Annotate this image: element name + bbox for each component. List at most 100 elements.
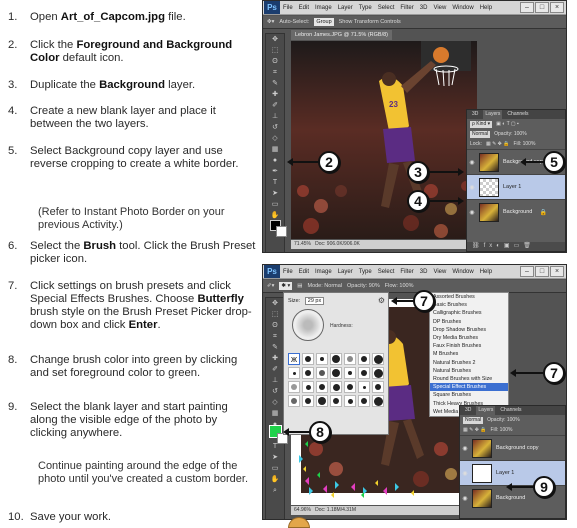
brush-opacity[interactable]: Opacity: 90% (347, 283, 380, 289)
brush-preset-picker[interactable]: ✱ ▾ (279, 282, 293, 290)
shape-icon[interactable]: ▭ (266, 199, 284, 210)
visibility-eye-icon[interactable]: ◉ (467, 184, 477, 191)
menu-item[interactable]: Window (452, 5, 473, 11)
brush-set-item[interactable]: DP Brushes (430, 318, 508, 326)
brush-tip[interactable] (288, 395, 300, 407)
move-tool-icon[interactable]: ✥▾ (267, 19, 274, 25)
path-selection-icon[interactable]: ➤ (266, 188, 284, 199)
brush-tip[interactable] (288, 381, 300, 393)
layer-background-copy[interactable]: ◉ Background copy (460, 435, 565, 460)
brush-tip[interactable] (330, 353, 342, 365)
brush-set-item[interactable]: Dry Media Brushes (430, 334, 508, 342)
tab-3d[interactable]: 3D (463, 406, 473, 415)
menu-item[interactable]: File (283, 269, 293, 275)
brush-panel-icon[interactable]: ▤ (297, 283, 302, 289)
brush-tip[interactable] (344, 353, 356, 365)
layer-filter-kind[interactable]: ρ Kind ▾ (470, 120, 493, 128)
tab-channels[interactable]: Channels (505, 110, 530, 119)
path-selection-icon[interactable]: ➤ (266, 452, 284, 463)
mode-select[interactable]: Mode: Normal (307, 283, 342, 289)
history-brush-icon[interactable]: ↺ (266, 386, 284, 397)
history-brush-icon[interactable]: ↺ (266, 122, 284, 133)
hand-icon[interactable]: ✋ (266, 474, 284, 485)
brush-tip-butterfly[interactable]: ж (288, 353, 300, 365)
brush-tip[interactable] (358, 353, 370, 365)
menu-item[interactable]: Image (315, 5, 332, 11)
brush-icon[interactable]: ✐ (266, 100, 284, 111)
close-icon[interactable]: × (550, 266, 564, 277)
brush-tip[interactable] (358, 395, 370, 407)
layer-background[interactable]: ◉ Background 🔒 (467, 199, 565, 224)
brush-tip[interactable] (330, 367, 342, 379)
minimize-icon[interactable]: – (520, 266, 534, 277)
lock-icons[interactable]: ▦ ✎ ✥ 🔒 (486, 141, 510, 147)
brush-set-item[interactable]: Square Brushes (430, 391, 508, 399)
brush-tool-icon[interactable]: ✐▾ (267, 283, 274, 289)
brush-tip[interactable] (372, 353, 384, 365)
menu-item[interactable]: 3D (420, 5, 428, 11)
size-input[interactable]: 29 px (304, 297, 325, 305)
menu-item[interactable]: Edit (299, 269, 309, 275)
brush-tip[interactable] (372, 395, 384, 407)
healing-icon[interactable]: ✚ (266, 89, 284, 100)
eraser-icon[interactable]: ◇ (266, 397, 284, 408)
move-icon[interactable]: ✥ (266, 298, 284, 309)
eraser-icon[interactable]: ◇ (266, 133, 284, 144)
brush-set-item[interactable]: Drop Shadow Brushes (430, 326, 508, 334)
brush-tip[interactable] (344, 367, 356, 379)
dodge-icon[interactable]: ● (266, 155, 284, 166)
visibility-eye-icon[interactable]: ◉ (460, 445, 470, 452)
brush-tip[interactable] (344, 395, 356, 407)
zoom-level[interactable]: 64.96% (294, 507, 311, 513)
pen-icon[interactable]: ✒ (266, 166, 284, 177)
tab-layers[interactable]: Layers (483, 110, 503, 119)
menu-item[interactable]: Edit (299, 5, 309, 11)
brush-tip[interactable] (302, 353, 314, 365)
visibility-eye-icon[interactable]: ◉ (460, 470, 470, 477)
menu-item[interactable]: Filter (400, 269, 413, 275)
brush-tip[interactable] (316, 395, 328, 407)
brush-tip[interactable] (316, 381, 328, 393)
eyedropper-icon[interactable]: ✎ (266, 342, 284, 353)
brush-set-item[interactable]: M Brushes (430, 350, 508, 358)
brush-tip[interactable] (330, 381, 342, 393)
menu-item[interactable]: Window (452, 269, 473, 275)
brush-tip[interactable] (372, 381, 384, 393)
show-transform-controls[interactable]: Show Transform Controls (339, 19, 401, 25)
menu-item[interactable]: Select (378, 5, 395, 11)
menu-item[interactable]: Select (378, 269, 395, 275)
brush-set-item[interactable]: Basic Brushes (430, 301, 508, 309)
maximize-icon[interactable]: □ (535, 266, 549, 277)
brush-set-item[interactable]: Natural Brushes 2 (430, 359, 508, 367)
minimize-icon[interactable]: – (520, 2, 534, 13)
photo-canvas[interactable]: 23 (291, 41, 477, 239)
menu-item[interactable]: View (433, 269, 446, 275)
marquee-icon[interactable]: ⬚ (266, 45, 284, 56)
shape-icon[interactable]: ▭ (266, 463, 284, 474)
layer-fill[interactable]: Fill: 100% (491, 427, 513, 433)
zoom-icon[interactable]: ⌕ (266, 485, 284, 496)
brush-flow[interactable]: Flow: 100% (385, 283, 414, 289)
layers-footer-icons[interactable]: ⛓fx◐▣▭🗑 (467, 242, 565, 251)
auto-select-dropdown[interactable]: Group (314, 18, 334, 26)
lasso-icon[interactable]: ʘ (266, 320, 284, 331)
document-tab[interactable]: Lebron James.JPG @ 71.5% (RGB/8) (291, 30, 393, 40)
blend-mode-select[interactable]: Normal (463, 416, 484, 424)
layer-fill[interactable]: Fill: 100% (513, 141, 535, 147)
menu-item[interactable]: File (283, 5, 293, 11)
menu-item[interactable]: Type (359, 5, 372, 11)
visibility-eye-icon[interactable]: ◉ (460, 495, 470, 502)
brush-tip[interactable] (302, 381, 314, 393)
maximize-icon[interactable]: □ (535, 2, 549, 13)
tab-3d[interactable]: 3D (470, 110, 480, 119)
lasso-icon[interactable]: ʘ (266, 56, 284, 67)
auto-select-label[interactable]: Auto-Select: (279, 19, 309, 25)
brush-set-item[interactable]: Natural Brushes (430, 367, 508, 375)
tab-layers[interactable]: Layers (476, 406, 496, 415)
lock-icons[interactable]: ▦ ✎ ✥ 🔒 (463, 427, 487, 433)
menu-item[interactable]: Help (480, 5, 492, 11)
background-color-swatch[interactable] (276, 226, 287, 237)
brush-tip[interactable] (358, 381, 370, 393)
brush-tip[interactable] (372, 367, 384, 379)
brush-set-item[interactable]: Assorted Brushes (430, 293, 508, 301)
